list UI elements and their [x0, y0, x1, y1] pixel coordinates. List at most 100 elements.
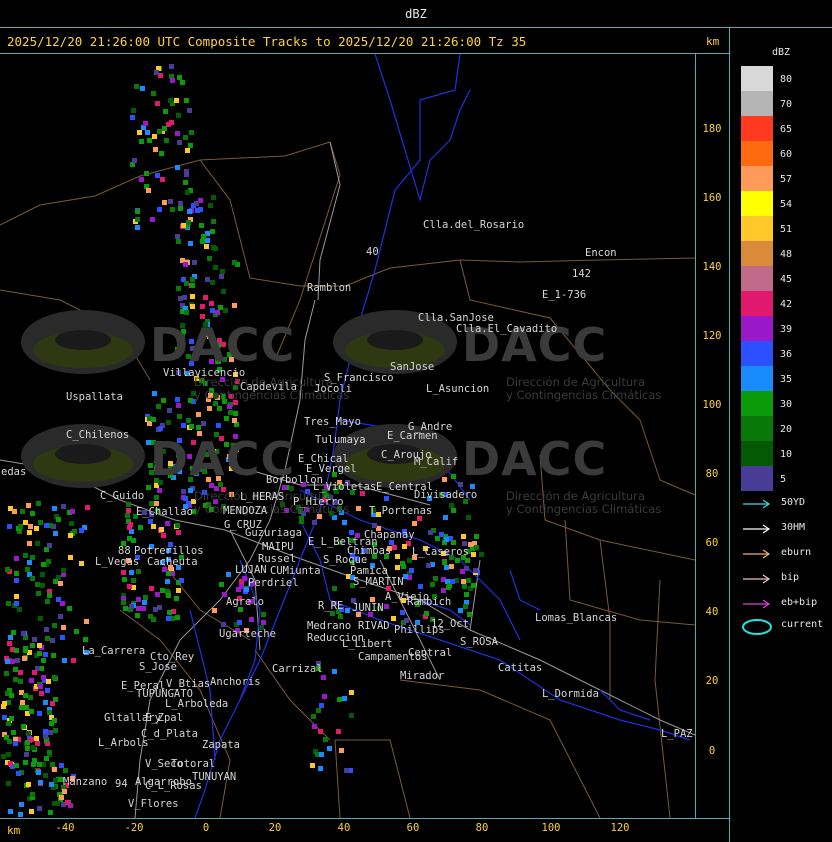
radar-echo-pixel — [201, 421, 206, 426]
map-place-label: C_d_Plata — [141, 728, 198, 740]
radar-echo-pixel — [319, 703, 324, 708]
legend-swatch — [741, 216, 773, 241]
radar-echo-pixel — [129, 604, 134, 609]
map-place-label: C_Guido — [100, 490, 145, 502]
map-place-label: 94 — [115, 778, 128, 790]
arrow-icon — [743, 549, 771, 559]
radar-echo-pixel — [150, 217, 155, 222]
radar-echo-pixel — [139, 177, 144, 182]
map-place-label: Perdriel — [248, 577, 299, 589]
map-place-label: Clla.del_Rosario — [423, 219, 525, 231]
track-label: eb+bip — [781, 597, 818, 608]
radar-echo-pixel — [188, 143, 193, 148]
radar-echo-pixel — [157, 207, 162, 212]
map-place-label: Anchoris — [210, 676, 261, 688]
radar-echo-pixel — [157, 605, 162, 610]
radar-echo-pixel — [430, 582, 435, 587]
radar-echo-pixel — [5, 567, 10, 572]
radar-echo-pixel — [24, 705, 29, 710]
watermark-brand: DACC — [462, 432, 608, 486]
radar-echo-pixel — [141, 606, 146, 611]
legend-swatch — [741, 291, 773, 316]
radar-echo-pixel — [181, 489, 186, 494]
radar-echo-pixel — [181, 423, 186, 428]
x-tick-label: 0 — [202, 822, 210, 834]
map-place-label: 88 — [118, 545, 131, 557]
radar-echo-pixel — [170, 78, 175, 83]
radar-echo-pixel — [407, 558, 412, 563]
radar-echo-pixel — [160, 177, 165, 182]
radar-echo-pixel — [23, 520, 28, 525]
radar-echo-pixel — [67, 606, 72, 611]
radar-echo-pixel — [392, 545, 397, 550]
radar-echo-pixel — [189, 130, 194, 135]
radar-echo-pixel — [395, 554, 400, 559]
radar-echo-pixel — [239, 584, 244, 589]
radar-echo-pixel — [7, 524, 12, 529]
radar-echo-pixel — [135, 209, 140, 214]
radar-echo-pixel — [215, 310, 220, 315]
radar-echo-pixel — [344, 768, 349, 773]
legend-title: dBZ — [772, 47, 791, 58]
x-tick-label: 100 — [541, 822, 561, 834]
radar-echo-pixel — [52, 506, 57, 511]
radar-echo-pixel — [207, 406, 212, 411]
map-place-label: La_Carrera — [82, 645, 146, 657]
radar-echo-pixel — [451, 540, 456, 545]
radar-echo-pixel — [85, 505, 90, 510]
map-place-label: E_Zpal — [145, 712, 183, 724]
track-legend-50yd: 50YD — [741, 496, 831, 512]
radar-echo-pixel — [194, 201, 199, 206]
radar-echo-pixel — [11, 730, 16, 735]
radar-echo-pixel — [175, 234, 180, 239]
radar-echo-pixel — [208, 203, 213, 208]
map-place-label: LUJAN — [235, 564, 267, 576]
radar-echo-pixel — [8, 635, 13, 640]
map-place-label: L_Vegas — [95, 556, 140, 568]
map-place-label: C_Chilenos — [66, 429, 130, 441]
map-place-label: 40 — [366, 246, 379, 258]
radar-echo-pixel — [37, 806, 42, 811]
radar-echo-pixel — [38, 520, 43, 525]
radar-echo-pixel — [356, 506, 361, 511]
map-place-label: Manzano — [63, 776, 108, 788]
radar-echo-pixel — [232, 418, 237, 423]
track-legend-ebbip: eb+bip — [741, 596, 831, 612]
map-place-label: SanJose — [390, 361, 435, 373]
radar-echo-pixel — [184, 310, 189, 315]
radar-echo-pixel — [184, 98, 189, 103]
radar-echo-pixel — [316, 708, 321, 713]
radar-echo-pixel — [154, 70, 159, 75]
map-place-label: L_Arbols — [98, 737, 149, 749]
radar-echo-pixel — [1, 754, 6, 759]
radar-echo-pixel — [167, 408, 172, 413]
map-place-label: Guzuriaga — [245, 527, 302, 539]
watermark-brand: DACC — [150, 318, 296, 372]
map-place-label: L_Asuncion — [426, 383, 490, 395]
radar-echo-pixel — [221, 622, 226, 627]
radar-echo-pixel — [6, 752, 11, 757]
radar-echo-pixel — [338, 614, 343, 619]
radar-echo-pixel — [204, 244, 209, 249]
legend-value: 70 — [780, 99, 793, 110]
map-place-label: Cacheuta — [147, 556, 198, 568]
radar-echo-pixel — [152, 391, 157, 396]
radar-echo-pixel — [139, 139, 144, 144]
track-label: 30HM — [781, 522, 806, 533]
radar-echo-pixel — [143, 121, 148, 126]
radar-echo-pixel — [261, 620, 266, 625]
map-place-label: L_Libert — [342, 638, 393, 650]
radar-echo-pixel — [58, 581, 63, 586]
map-place-label: 12_Oct — [431, 618, 469, 630]
radar-echo-pixel — [178, 206, 183, 211]
radar-echo-pixel — [210, 229, 215, 234]
radar-echo-pixel — [30, 511, 35, 516]
radar-echo-pixel — [186, 418, 191, 423]
radar-echo-pixel — [180, 80, 185, 85]
legend-value: 80 — [780, 74, 793, 85]
radar-echo-pixel — [145, 130, 150, 135]
legend-swatch — [741, 441, 773, 466]
radar-echo-pixel — [38, 780, 43, 785]
radar-echo-pixel — [166, 593, 171, 598]
radar-echo-pixel — [121, 570, 126, 575]
